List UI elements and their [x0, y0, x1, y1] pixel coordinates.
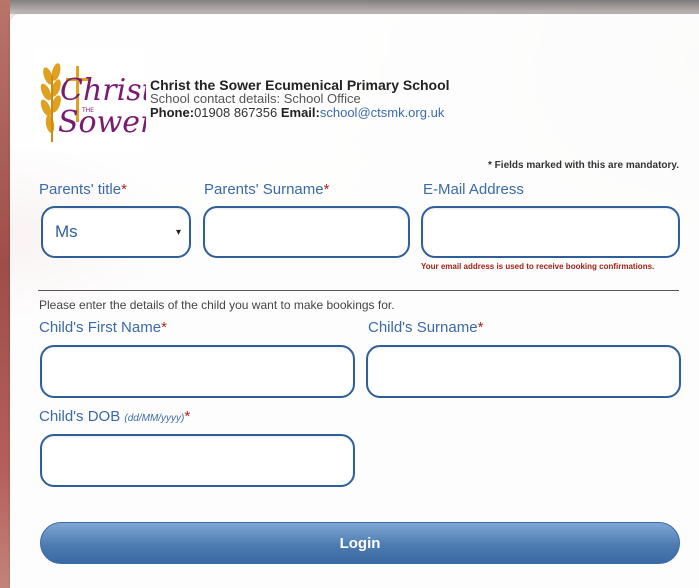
required-star: * — [323, 181, 330, 198]
required-star: * — [477, 319, 484, 336]
dropdown-arrow-icon: ▾ — [175, 226, 181, 238]
phone-label: Phone: — [150, 105, 195, 120]
parents-title-label-text: Parents' title — [39, 181, 122, 198]
background-strip — [0, 0, 10, 588]
parents-title-label: Parents' title* — [39, 181, 127, 198]
phone-value: 01908 867356 — [194, 105, 278, 120]
dob-format-hint: (dd/MM/yyyy) — [124, 413, 185, 424]
email-input[interactable] — [421, 206, 680, 258]
parents-title-value: Ms — [55, 222, 78, 241]
parents-surname-input[interactable] — [203, 206, 410, 258]
required-star: * — [121, 181, 127, 198]
email-hint: Your email address is used to receive bo… — [421, 262, 655, 271]
child-instruction: Please enter the details of the child yo… — [39, 298, 395, 312]
required-star: * — [184, 408, 191, 425]
top-shade — [10, 0, 699, 14]
email-address-label: E-Mail Address — [423, 181, 524, 198]
child-first-name-label: Child's First Name* — [39, 319, 167, 336]
email-link[interactable]: school@ctsmk.org.uk — [320, 105, 444, 120]
child-surname-label-text: Child's Surname — [368, 319, 478, 336]
child-first-name-input[interactable] — [40, 345, 355, 398]
contact-line: School contact details: School Office — [150, 91, 361, 106]
section-divider — [38, 290, 679, 291]
child-first-name-label-text: Child's First Name — [39, 319, 162, 336]
child-dob-label: Child's DOB (dd/MM/yyyy)* — [39, 408, 190, 425]
email-label: Email: — [280, 105, 320, 120]
child-dob-input[interactable] — [40, 434, 355, 487]
parents-surname-label: Parents' Surname* — [204, 181, 329, 198]
login-button[interactable]: Login — [40, 522, 680, 564]
child-surname-label: Child's Surname* — [368, 319, 483, 336]
svg-text:Christ: Christ — [60, 73, 146, 108]
child-surname-input[interactable] — [366, 345, 681, 398]
school-logo: Christ THE Sower — [36, 46, 146, 150]
parents-title-select[interactable]: Ms ▾ — [41, 206, 191, 258]
mandatory-note: * Fields marked with this are mandatory. — [488, 160, 679, 171]
parents-surname-label-text: Parents' Surname — [204, 181, 324, 198]
svg-text:Sower: Sower — [58, 105, 146, 140]
phone-email-line: Phone:01908 867356 Email:school@ctsmk.or… — [150, 106, 450, 120]
school-info: Christ the Sower Ecumenical Primary Scho… — [150, 78, 450, 120]
required-star: * — [161, 319, 167, 336]
child-dob-label-text: Child's DOB — [39, 408, 121, 425]
school-name: Christ the Sower Ecumenical Primary Scho… — [150, 77, 450, 93]
